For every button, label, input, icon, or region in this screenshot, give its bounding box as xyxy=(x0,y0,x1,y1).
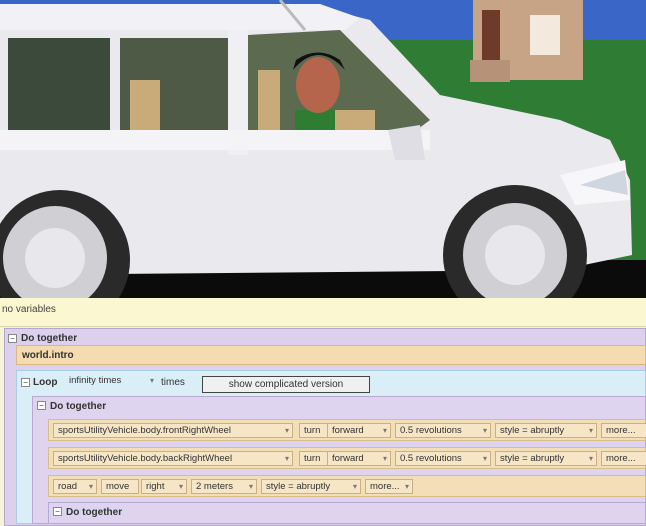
direction-value: forward xyxy=(332,453,364,464)
loop-label: Loop xyxy=(33,377,58,388)
object-dropdown[interactable]: sportsUtilityVehicle.body.frontRightWhee… xyxy=(53,423,293,438)
object-name: sportsUtilityVehicle.body.backRightWheel xyxy=(58,453,233,464)
variables-bar: no variables xyxy=(0,298,646,327)
chevron-down-icon: ▾ xyxy=(178,482,183,491)
world-intro-call[interactable]: world.intro xyxy=(16,345,646,365)
chevron-down-icon: ▾ xyxy=(382,426,387,435)
verb-label: turn xyxy=(304,453,321,464)
amount-dropdown[interactable]: 2 meters ▾ xyxy=(191,479,257,494)
chevron-down-icon: ▾ xyxy=(588,426,593,435)
collapse-icon[interactable]: − xyxy=(37,401,46,410)
no-variables-label: no variables xyxy=(2,304,56,315)
nested-do-together-label: Do together xyxy=(66,507,123,518)
direction-dropdown[interactable]: forward ▾ xyxy=(327,451,391,466)
collapse-icon[interactable]: − xyxy=(8,334,17,343)
chevron-down-icon: ▾ xyxy=(482,454,487,463)
chevron-down-icon: ▾ xyxy=(284,454,289,463)
statement-row[interactable]: sportsUtilityVehicle.body.backRightWheel… xyxy=(48,447,646,469)
verb-label: turn xyxy=(304,425,321,436)
more-dropdown[interactable]: more... xyxy=(601,423,646,438)
object-name: sportsUtilityVehicle.body.frontRightWhee… xyxy=(58,425,232,436)
inner-do-together-label: Do together xyxy=(50,401,107,412)
style-dropdown[interactable]: style = abruptly ▾ xyxy=(495,451,597,466)
chevron-down-icon: ▾ xyxy=(404,482,409,491)
method-name[interactable]: move xyxy=(101,479,139,494)
chevron-down-icon: ▾ xyxy=(88,482,93,491)
collapse-icon[interactable]: − xyxy=(21,378,30,387)
amount-value: 0.5 revolutions xyxy=(400,453,462,464)
scene-graphic xyxy=(0,0,646,298)
chevron-down-icon: ▾ xyxy=(284,426,289,435)
style-value: style = abruptly xyxy=(500,425,565,436)
direction-value: forward xyxy=(332,425,364,436)
method-editor: no variables − Do together world.intro −… xyxy=(0,298,646,526)
loop-count-value: infinity times xyxy=(69,375,122,386)
nested-do-together-block[interactable]: − Do together xyxy=(48,502,646,524)
chevron-down-icon: ▾ xyxy=(588,454,593,463)
world-viewport xyxy=(0,0,646,298)
world-intro-label: world.intro xyxy=(22,350,74,361)
collapse-icon[interactable]: − xyxy=(53,507,62,516)
more-dropdown[interactable]: more... ▾ xyxy=(365,479,413,494)
direction-dropdown[interactable]: right ▾ xyxy=(141,479,187,494)
more-label: more... xyxy=(606,453,636,464)
amount-value: 0.5 revolutions xyxy=(400,425,462,436)
statement-row[interactable]: sportsUtilityVehicle.body.frontRightWhee… xyxy=(48,419,646,441)
object-dropdown[interactable]: road ▾ xyxy=(53,479,97,494)
loop-count-dropdown[interactable]: infinity times ▾ xyxy=(65,374,157,389)
amount-value: 2 meters xyxy=(196,481,233,492)
more-label: more... xyxy=(370,481,400,492)
object-dropdown[interactable]: sportsUtilityVehicle.body.backRightWheel… xyxy=(53,451,293,466)
style-dropdown[interactable]: style = abruptly ▾ xyxy=(261,479,361,494)
direction-dropdown[interactable]: forward ▾ xyxy=(327,423,391,438)
verb-label: move xyxy=(106,481,130,492)
chevron-down-icon: ▾ xyxy=(149,376,154,385)
chevron-down-icon: ▾ xyxy=(248,482,253,491)
style-dropdown[interactable]: style = abruptly ▾ xyxy=(495,423,597,438)
chevron-down-icon: ▾ xyxy=(382,454,387,463)
times-label: times xyxy=(161,377,185,388)
style-value: style = abruptly xyxy=(266,481,331,492)
show-complicated-version-button[interactable]: show complicated version xyxy=(202,376,370,393)
more-label: more... xyxy=(606,425,636,436)
object-name: road xyxy=(58,481,78,492)
more-dropdown[interactable]: more... xyxy=(601,451,646,466)
statement-row[interactable]: road ▾ move right ▾ 2 meters ▾ style = abru… xyxy=(48,475,646,497)
style-value: style = abruptly xyxy=(500,453,565,464)
do-together-label: Do together xyxy=(21,333,78,344)
direction-value: right xyxy=(146,481,165,492)
amount-dropdown[interactable]: 0.5 revolutions ▾ xyxy=(395,451,491,466)
amount-dropdown[interactable]: 0.5 revolutions ▾ xyxy=(395,423,491,438)
chevron-down-icon: ▾ xyxy=(482,426,487,435)
chevron-down-icon: ▾ xyxy=(352,482,357,491)
